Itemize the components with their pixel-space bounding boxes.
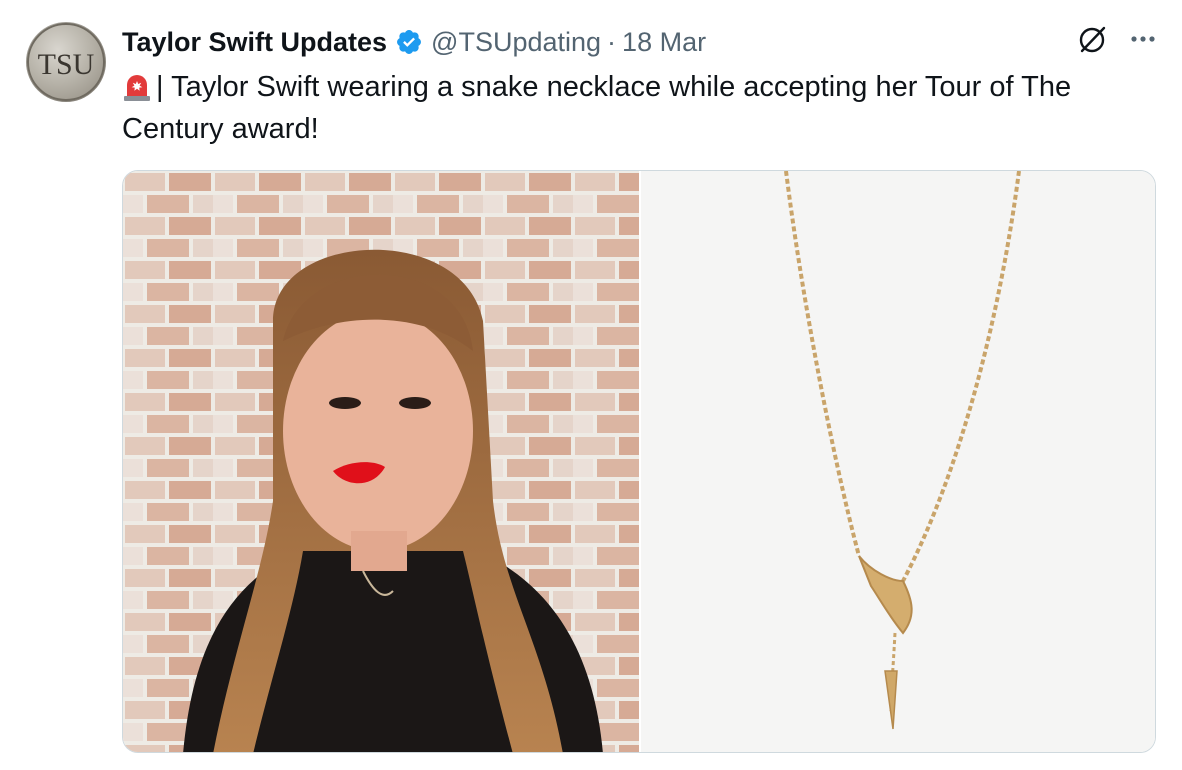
header-actions (1076, 22, 1158, 56)
media-grid[interactable] (122, 170, 1156, 753)
tweet-body-text: | Taylor Swift wearing a snake necklace … (122, 71, 1072, 145)
separator-dot: · (607, 26, 617, 57)
more-options-icon[interactable] (1128, 24, 1158, 54)
grok-icon[interactable] (1076, 22, 1110, 56)
siren-emoji-icon (122, 72, 152, 102)
avatar[interactable]: TSU (26, 22, 106, 102)
verified-badge-icon (395, 28, 423, 56)
tweet-header: Taylor Swift Updates @TSUpdating · 18 Ma… (122, 24, 1158, 60)
tweet-text: | Taylor Swift wearing a snake necklace … (122, 66, 1152, 150)
media-photo-necklace[interactable] (639, 171, 1155, 752)
media-photo-taylor[interactable] (123, 171, 639, 752)
tweet-date[interactable]: 18 Mar (622, 27, 706, 58)
display-name[interactable]: Taylor Swift Updates (122, 27, 387, 58)
handle[interactable]: @TSUpdating (431, 27, 601, 58)
avatar-logo-text: TSU (38, 48, 95, 81)
